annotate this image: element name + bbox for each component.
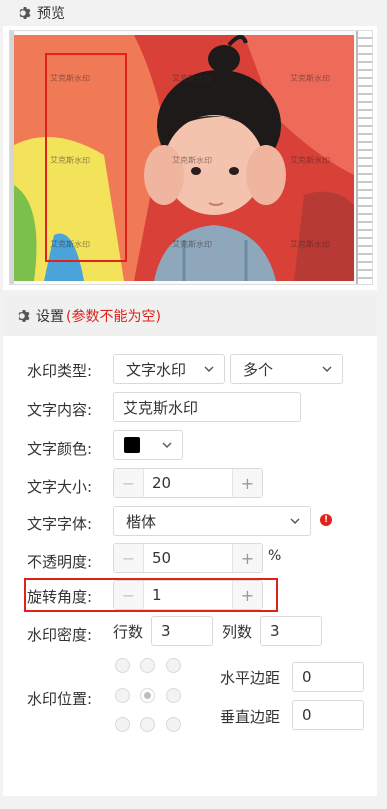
h-margin-label: 水平边距	[220, 669, 281, 687]
size-label: 文字大小:	[27, 478, 93, 496]
font-select[interactable]: 楷体	[113, 506, 311, 536]
rows-input[interactable]: 3	[151, 616, 213, 646]
preview-photo: 艾克斯水印 艾克斯水印 艾克斯水印 艾克斯水印 艾克斯水印 艾克斯水印 艾克斯水…	[14, 35, 354, 281]
rotation-label: 旋转角度:	[27, 588, 93, 606]
watermark-text: 艾克斯水印	[289, 239, 331, 250]
opacity-decrement-button[interactable]: −	[114, 544, 144, 572]
preview-header: 预览	[3, 0, 377, 26]
v-margin-label: 垂直边距	[220, 708, 281, 726]
opacity-label: 不透明度:	[27, 553, 93, 571]
chevron-down-icon	[162, 442, 172, 448]
highlight-box	[45, 53, 127, 262]
cols-input[interactable]: 3	[260, 616, 322, 646]
position-bottom-left-radio[interactable]	[115, 717, 130, 732]
gear-icon	[19, 7, 31, 19]
mode-value: 多个	[243, 360, 274, 379]
type-select[interactable]: 文字水印	[113, 354, 225, 384]
preview-panel: 预览 艾克斯水印 艾克斯水印 艾克斯水印 艾克斯水印 艾克斯水印 艾克斯水印 艾…	[3, 0, 377, 290]
chevron-down-icon	[204, 366, 214, 372]
preview-image-frame: 艾克斯水印 艾克斯水印 艾克斯水印 艾克斯水印 艾克斯水印 艾克斯水印 艾克斯水…	[9, 30, 373, 285]
position-middle-left-radio[interactable]	[115, 688, 130, 703]
opacity-stepper: − 50 +	[113, 543, 263, 573]
position-middle-right-radio[interactable]	[166, 688, 181, 703]
opacity-increment-button[interactable]: +	[232, 544, 262, 572]
position-label: 水印位置:	[27, 690, 93, 708]
rotation-decrement-button[interactable]: −	[114, 581, 144, 609]
position-bottom-right-radio[interactable]	[166, 717, 181, 732]
h-margin-input[interactable]: 0	[292, 662, 364, 692]
settings-header: 设置 (参数不能为空)	[3, 296, 377, 336]
v-margin-input[interactable]: 0	[292, 700, 364, 730]
size-stepper: − 20 +	[113, 468, 263, 498]
watermark-text: 艾克斯水印	[171, 239, 213, 250]
opacity-unit: %	[268, 548, 282, 564]
cols-label: 列数	[222, 623, 253, 641]
chevron-down-icon	[290, 518, 300, 524]
font-value: 楷体	[126, 512, 157, 531]
watermark-text: 艾克斯水印	[289, 73, 331, 84]
watermark-text: 艾克斯水印	[289, 155, 331, 166]
watermark-text: 艾克斯水印	[171, 155, 213, 166]
watermark-text: 艾克斯水印	[171, 73, 213, 84]
opacity-value[interactable]: 50	[144, 549, 232, 567]
gear-icon	[18, 310, 30, 322]
rotation-increment-button[interactable]: +	[232, 581, 262, 609]
font-label: 文字字体:	[27, 515, 93, 533]
color-swatch	[124, 437, 140, 453]
size-decrement-button[interactable]: −	[114, 469, 144, 497]
preview-title: 预览	[37, 6, 65, 22]
film-edge-right	[356, 31, 372, 284]
warning-icon: !	[320, 514, 332, 526]
chevron-down-icon	[322, 366, 332, 372]
size-increment-button[interactable]: +	[232, 469, 262, 497]
position-top-left-radio[interactable]	[115, 658, 130, 673]
content-input[interactable]: 艾克斯水印	[113, 392, 301, 422]
content-label: 文字内容:	[27, 401, 93, 419]
settings-note: (参数不能为空)	[66, 309, 161, 325]
settings-panel: 设置 (参数不能为空) 水印类型: 文字水印 多个 文字内容: 艾克斯水印 文字…	[3, 296, 377, 796]
size-value[interactable]: 20	[144, 474, 232, 492]
rows-label: 行数	[113, 623, 144, 641]
type-value: 文字水印	[126, 360, 187, 379]
type-label: 水印类型:	[27, 362, 93, 380]
density-label: 水印密度:	[27, 626, 93, 644]
settings-title: 设置	[36, 309, 64, 325]
position-center-radio[interactable]	[140, 688, 155, 703]
position-bottom-center-radio[interactable]	[140, 717, 155, 732]
position-top-center-radio[interactable]	[140, 658, 155, 673]
color-picker[interactable]	[113, 430, 183, 460]
color-label: 文字颜色:	[27, 440, 93, 458]
mode-select[interactable]: 多个	[230, 354, 343, 384]
position-top-right-radio[interactable]	[166, 658, 181, 673]
rotation-stepper: − 1 +	[113, 580, 263, 610]
rotation-value[interactable]: 1	[144, 586, 232, 604]
